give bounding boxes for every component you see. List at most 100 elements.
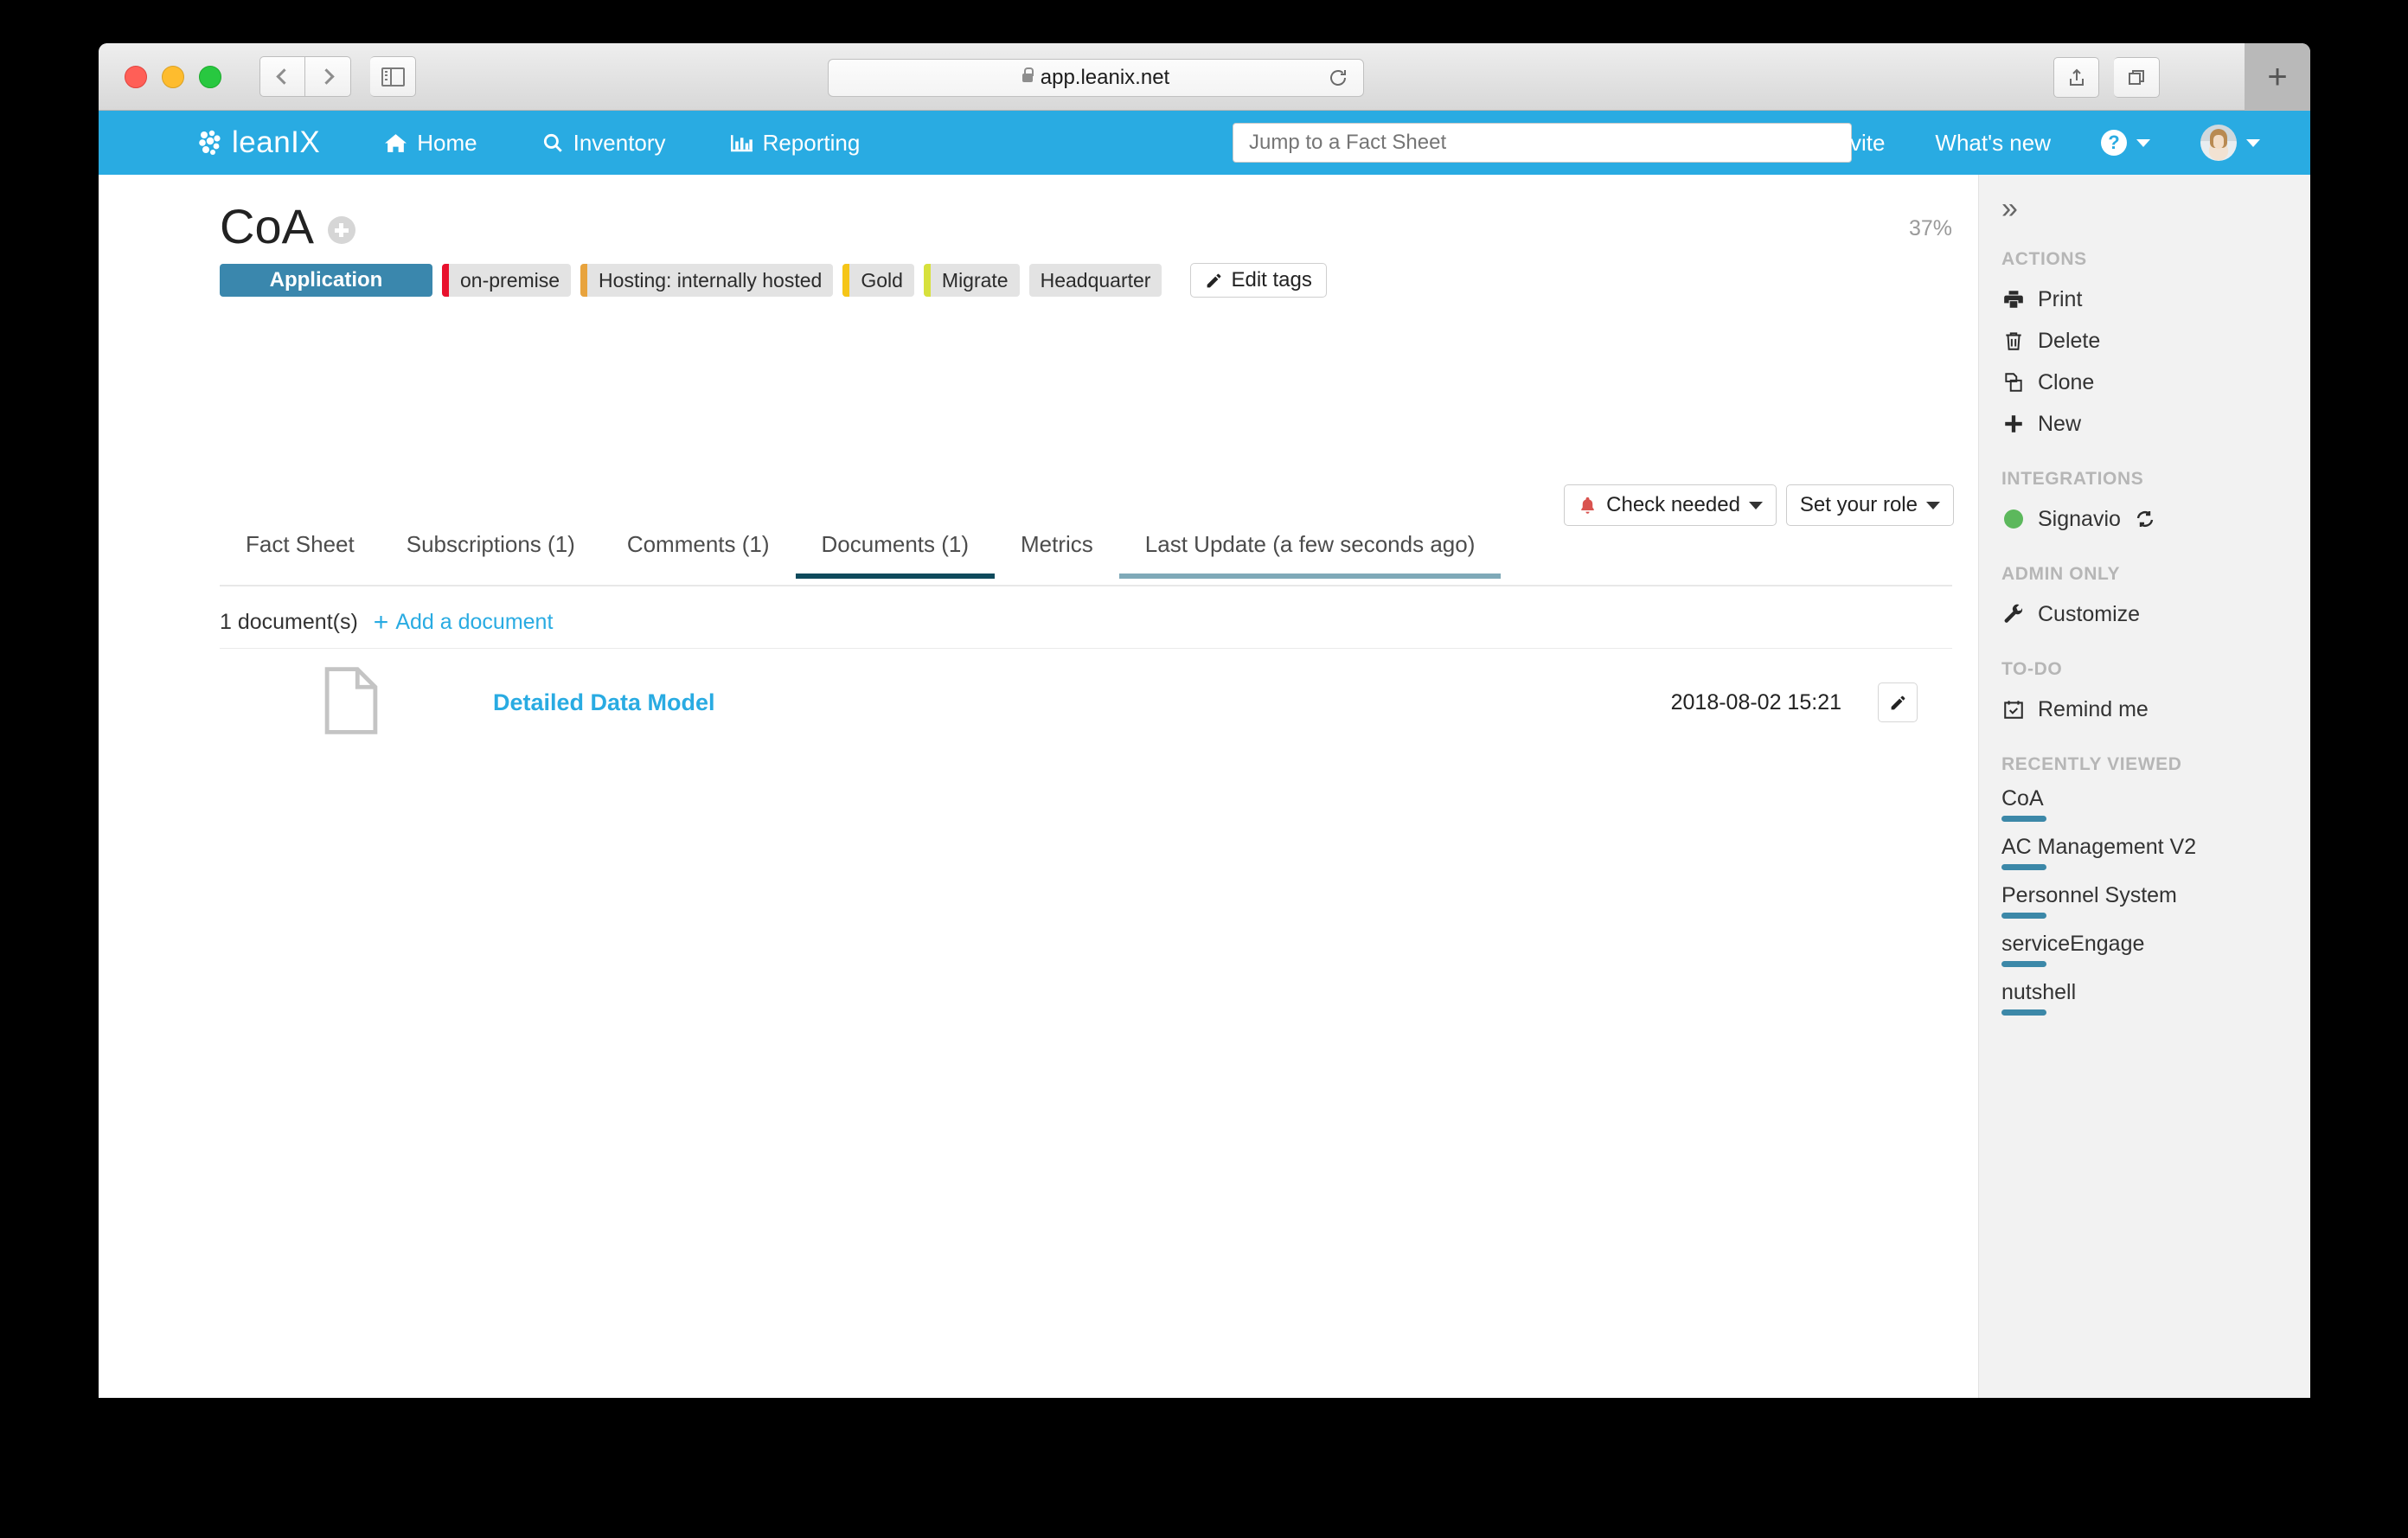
user-menu[interactable]: [2200, 125, 2260, 161]
recent-item-underline: [2001, 864, 2046, 870]
recent-item-label: AC Management V2: [2001, 835, 2197, 859]
plus-icon: +: [1808, 126, 1825, 158]
main-content: CoA 37% Application on-premise Hosting: …: [99, 175, 1978, 1398]
sidebar-item-label: Print: [2038, 286, 2083, 311]
back-button[interactable]: [259, 56, 305, 97]
help-menu[interactable]: ?: [2101, 130, 2150, 156]
plus-icon: [2001, 413, 2026, 435]
tag-label: Hosting: internally hosted: [599, 268, 823, 292]
sidebar-section-admin-title: ADMIN ONLY: [2001, 564, 2121, 584]
factsheet-tabs: Fact Sheet Subscriptions (1) Comments (1…: [220, 521, 1952, 586]
tab-subscriptions[interactable]: Subscriptions (1): [381, 521, 601, 577]
edit-document-button[interactable]: [1878, 682, 1918, 722]
avatar: [2200, 125, 2237, 161]
chevron-down-icon: [2246, 138, 2260, 147]
app-navbar: leanIX Home Inventory Reporting Jump to …: [99, 111, 2310, 175]
maximize-window-button[interactable]: [199, 65, 221, 88]
check-needed-dropdown[interactable]: Check needed: [1564, 484, 1777, 526]
factsheet-type-badge[interactable]: Application: [220, 264, 432, 297]
table-row: Detailed Data Model 2018-08-02 15:21: [220, 650, 1952, 754]
browser-right-actions: [2053, 57, 2160, 98]
new-tab-button[interactable]: +: [2267, 60, 2287, 94]
tag-headquarter[interactable]: Headquarter: [1028, 264, 1162, 297]
leanix-wordmark: leanIX: [232, 125, 321, 159]
recent-item-label: CoA: [2001, 786, 2044, 811]
tab-fact-sheet[interactable]: Fact Sheet: [220, 521, 381, 577]
document-count: 1 document(s): [220, 610, 358, 634]
tab-metrics[interactable]: Metrics: [995, 521, 1119, 577]
recent-item-nutshell[interactable]: nutshell: [2001, 979, 2310, 1016]
calendar-check-icon: [2001, 698, 2026, 721]
document-name-link[interactable]: Detailed Data Model: [493, 689, 715, 716]
nav-item-reporting[interactable]: Reporting: [730, 130, 860, 157]
edit-tags-button[interactable]: Edit tags: [1190, 263, 1327, 298]
tag-on-premise[interactable]: on-premise: [442, 264, 572, 297]
invite-button[interactable]: + Invite: [1808, 126, 1886, 158]
sidebar-item-clone[interactable]: Clone: [2001, 363, 2310, 401]
tab-overview-button[interactable]: [2114, 57, 2160, 98]
tab-label: Last Update (a few seconds ago): [1144, 531, 1476, 557]
recent-item-ac-management-v2[interactable]: AC Management V2: [2001, 834, 2310, 870]
recent-item-personnel-system[interactable]: Personnel System: [2001, 882, 2310, 919]
tab-strip: +: [2245, 43, 2310, 111]
sidebar-item-print[interactable]: Print: [2001, 280, 2310, 318]
tag-label: Headquarter: [1040, 268, 1151, 292]
add-document-label: Add a document: [395, 610, 554, 634]
chevron-right-icon: [317, 68, 335, 85]
recent-item-label: Personnel System: [2001, 883, 2177, 907]
minimize-window-button[interactable]: [162, 65, 184, 88]
set-your-role-dropdown[interactable]: Set your role: [1785, 484, 1954, 526]
leanix-logo[interactable]: leanIX: [195, 125, 320, 160]
sidebar-item-remind-me[interactable]: Remind me: [2001, 690, 2310, 728]
tab-documents[interactable]: Documents (1): [795, 521, 996, 579]
collapse-sidebar-button[interactable]: »: [2001, 194, 2310, 223]
nav-item-inventory[interactable]: Inventory: [541, 130, 666, 157]
tag-row: Application on-premise Hosting: internal…: [220, 263, 1978, 298]
tag-color-bar: [442, 264, 449, 297]
right-sidebar: » ACTIONS Print Delete Clone New INTEGRA…: [1978, 175, 2310, 1398]
sidebar-item-customize[interactable]: Customize: [2001, 595, 2310, 633]
tag-migrate[interactable]: Migrate: [923, 264, 1020, 297]
add-document-button[interactable]: + Add a document: [374, 609, 554, 635]
tag-label: Gold: [861, 268, 903, 292]
recent-item-label: nutshell: [2001, 980, 2077, 1004]
invite-label: Invite: [1831, 129, 1886, 156]
pencil-icon: [1207, 273, 1221, 287]
tab-label: Documents (1): [821, 531, 970, 557]
whats-new-button[interactable]: What's new: [1935, 130, 2051, 157]
sidebar-item-label: Delete: [2038, 328, 2101, 353]
address-bar[interactable]: app.leanix.net: [828, 59, 1364, 97]
tab-underline: [601, 574, 796, 579]
reload-icon[interactable]: [1328, 67, 1348, 88]
recent-item-coa[interactable]: CoA: [2001, 785, 2310, 822]
printer-icon: [2001, 288, 2026, 311]
add-to-favorites-button[interactable]: [327, 216, 355, 244]
nav-item-inventory-label: Inventory: [573, 129, 666, 156]
share-button[interactable]: [2053, 57, 2099, 98]
tab-comments[interactable]: Comments (1): [601, 521, 796, 577]
show-sidebar-button[interactable]: [370, 56, 416, 97]
tab-underline: [995, 574, 1119, 579]
tag-hosting[interactable]: Hosting: internally hosted: [580, 264, 834, 297]
sidebar-item-delete[interactable]: Delete: [2001, 322, 2310, 360]
factsheet-type-label: Application: [269, 268, 383, 292]
navigation-buttons: [259, 56, 351, 97]
page-title: CoA: [220, 199, 314, 253]
refresh-icon[interactable]: [2133, 509, 2157, 529]
whats-new-label: What's new: [1935, 129, 2051, 156]
forward-button[interactable]: [305, 56, 351, 97]
sidebar-item-new[interactable]: New: [2001, 405, 2310, 443]
recent-item-label: serviceEngage: [2001, 932, 2145, 956]
search-input[interactable]: [1233, 123, 1852, 163]
tag-gold[interactable]: Gold: [842, 264, 914, 297]
share-icon: [2069, 68, 2084, 86]
close-window-button[interactable]: [125, 65, 147, 88]
sidebar-item-signavio[interactable]: Signavio: [2001, 500, 2310, 538]
sidebar-item-label: New: [2038, 411, 2082, 436]
search-icon: [541, 131, 564, 154]
recent-item-serviceengage[interactable]: serviceEngage: [2001, 931, 2310, 967]
tab-last-update[interactable]: Last Update (a few seconds ago): [1118, 521, 1502, 579]
window-controls: [125, 65, 221, 88]
tag-color-bar: [842, 264, 850, 297]
nav-item-home[interactable]: Home: [384, 130, 477, 157]
